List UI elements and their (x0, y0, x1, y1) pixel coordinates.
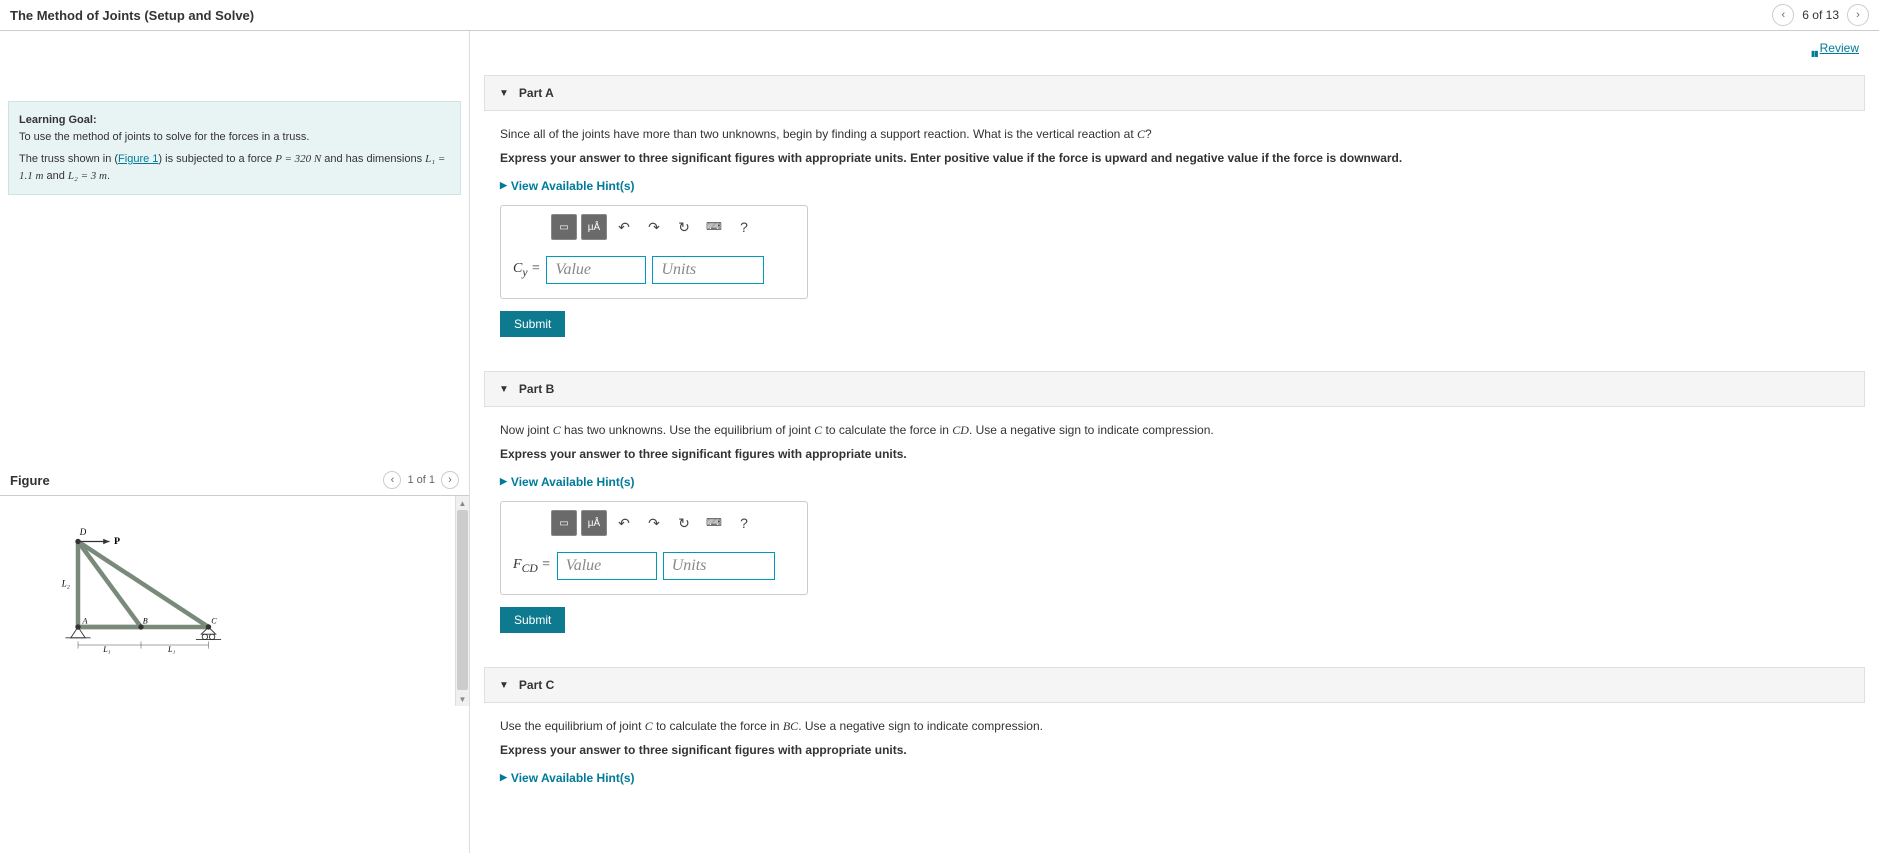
redo-button[interactable]: ↷ (641, 214, 667, 240)
part-b-hints-link[interactable]: ▶View Available Hint(s) (500, 473, 1865, 491)
svg-text:D: D (79, 527, 87, 537)
part-a-hints-link[interactable]: ▶View Available Hint(s) (500, 177, 1865, 195)
template-button[interactable]: ▭ (551, 510, 577, 536)
part-a-var-label: Cy = (513, 258, 540, 281)
scroll-up-icon[interactable]: ▲ (456, 496, 469, 510)
collapse-icon: ▼ (499, 88, 509, 99)
part-a-submit-button[interactable]: Submit (500, 311, 565, 337)
units-toolbar-button[interactable]: μÅ (581, 510, 607, 536)
review-link[interactable]: Review (1808, 41, 1859, 55)
part-a-value-input[interactable]: Value (546, 256, 646, 284)
part-b-header[interactable]: ▼ Part B (484, 371, 1865, 407)
figure-scrollbar[interactable]: ▲ ▼ (455, 496, 469, 706)
learning-goal-box: Learning Goal: To use the method of join… (8, 101, 461, 195)
part-a-title: Part A (519, 86, 554, 100)
part-a-format: Express your answer to three significant… (500, 149, 1865, 167)
part-c-hints-link[interactable]: ▶View Available Hint(s) (500, 769, 1865, 787)
svg-text:L₂: L₂ (61, 579, 70, 589)
collapse-icon: ▼ (499, 680, 509, 691)
redo-button[interactable]: ↷ (641, 510, 667, 536)
svg-text:L₁: L₁ (102, 645, 110, 654)
page-title: The Method of Joints (Setup and Solve) (10, 8, 254, 23)
part-b-answer-box: ▭ μÅ ↶ ↷ ↻ ⌨ ? FCD = Value Units (500, 501, 808, 595)
part-b-submit-button[interactable]: Submit (500, 607, 565, 633)
part-b-value-input[interactable]: Value (557, 552, 657, 580)
page-count: 6 of 13 (1802, 8, 1839, 22)
part-a-header[interactable]: ▼ Part A (484, 75, 1865, 111)
part-b-var-label: FCD = (513, 554, 551, 577)
page-header: The Method of Joints (Setup and Solve) ‹… (0, 0, 1879, 31)
part-a-units-input[interactable]: Units (652, 256, 764, 284)
right-pane: Review ▼ Part A Since all of the joints … (470, 31, 1879, 853)
svg-text:B: B (143, 616, 148, 625)
page-nav: ‹ 6 of 13 › (1772, 4, 1869, 26)
next-button[interactable]: › (1847, 4, 1869, 26)
part-a-body: Since all of the joints have more than t… (470, 111, 1879, 351)
review-icon (1808, 45, 1818, 53)
keyboard-button[interactable]: ⌨ (701, 214, 727, 240)
goal-label: Learning Goal: (19, 114, 97, 126)
figure-link[interactable]: Figure 1 (118, 153, 158, 165)
undo-button[interactable]: ↶ (611, 510, 637, 536)
help-button[interactable]: ? (731, 214, 757, 240)
goal-text: To use the method of joints to solve for… (19, 129, 450, 146)
svg-text:A: A (82, 616, 88, 625)
part-c-header[interactable]: ▼ Part C (484, 667, 1865, 703)
part-c-body: Use the equilibrium of joint C to calcul… (470, 703, 1879, 811)
figure-nav: ‹ 1 of 1 › (383, 471, 459, 489)
units-toolbar-button[interactable]: μÅ (581, 214, 607, 240)
part-b-title: Part B (519, 382, 554, 396)
keyboard-button[interactable]: ⌨ (701, 510, 727, 536)
part-a-answer-box: ▭ μÅ ↶ ↷ ↻ ⌨ ? Cy = Value Units (500, 205, 808, 299)
undo-button[interactable]: ↶ (611, 214, 637, 240)
collapse-icon: ▼ (499, 384, 509, 395)
part-c-title: Part C (519, 678, 554, 692)
figure-section: Figure ‹ 1 of 1 › (0, 465, 469, 706)
template-button[interactable]: ▭ (551, 214, 577, 240)
svg-text:L₁: L₁ (167, 645, 175, 654)
prev-button[interactable]: ‹ (1772, 4, 1794, 26)
scroll-thumb[interactable] (457, 510, 468, 690)
part-b-body: Now joint C has two unknowns. Use the eq… (470, 407, 1879, 647)
figure-next-button[interactable]: › (441, 471, 459, 489)
part-b-format: Express your answer to three significant… (500, 445, 1865, 463)
scroll-down-icon[interactable]: ▼ (456, 692, 469, 706)
left-pane: Learning Goal: To use the method of join… (0, 31, 470, 853)
reset-button[interactable]: ↻ (671, 214, 697, 240)
part-c-format: Express your answer to three significant… (500, 741, 1865, 759)
svg-text:C: C (211, 616, 217, 625)
help-button[interactable]: ? (731, 510, 757, 536)
svg-text:P: P (114, 536, 120, 547)
reset-button[interactable]: ↻ (671, 510, 697, 536)
figure-image: D P L₂ A B C L₁ L₁ (0, 496, 455, 706)
figure-title: Figure (10, 473, 50, 488)
part-b-units-input[interactable]: Units (663, 552, 775, 580)
figure-prev-button[interactable]: ‹ (383, 471, 401, 489)
